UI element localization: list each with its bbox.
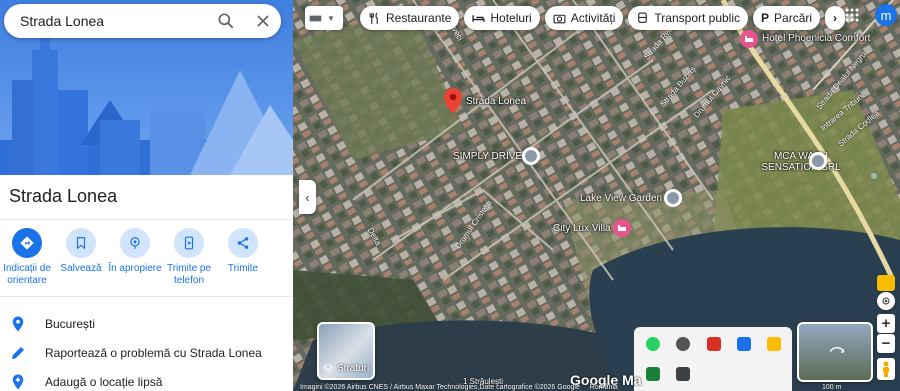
action-buttons: Indicații de orientare Salvează În aprop… [0, 228, 293, 287]
pegman-icon [883, 361, 889, 377]
simply-drive-marker[interactable] [522, 147, 540, 165]
attribution-footer: Imagini ©2026 Airbus CNES / Airbus Maxar… [300, 384, 618, 391]
send-to-phone-button[interactable]: Trimite pe telefon [162, 228, 216, 287]
input-tools-button[interactable]: ▼ [305, 6, 343, 30]
divider [0, 219, 293, 220]
close-icon[interactable] [253, 11, 273, 31]
mca-wash-label[interactable]: MCA WASH SENSATION SRL [759, 151, 843, 173]
country-label[interactable]: România [590, 384, 618, 391]
send-to-phone-icon [184, 236, 194, 250]
whatsapp-icon[interactable] [646, 337, 660, 351]
restaurant-icon [369, 12, 378, 24]
search-box[interactable]: Strada Lonea [4, 4, 281, 38]
camera-icon [553, 14, 566, 23]
street-view-thumbnail[interactable] [797, 322, 873, 382]
mail-icon[interactable] [737, 337, 751, 351]
chips-more-button[interactable]: › [825, 6, 846, 30]
divider [0, 296, 293, 297]
layers-button[interactable]: Straturi [317, 322, 375, 380]
calendar-icon[interactable] [676, 367, 690, 381]
chip-transit[interactable]: Transport public [628, 6, 749, 30]
my-location-icon [882, 297, 890, 305]
side-panel: Strada Lonea Strada Lonea Indicații de o… [0, 0, 293, 391]
sheets-icon[interactable] [646, 367, 660, 381]
chip-hotels[interactable]: Hoteluri [464, 6, 540, 30]
pencil-icon [12, 347, 24, 359]
nearby-icon [130, 237, 140, 249]
address-row[interactable]: București [0, 311, 293, 337]
chevron-left-icon: ‹ [305, 189, 310, 205]
share-icon [237, 237, 249, 249]
mca-wash-marker[interactable] [809, 152, 827, 170]
search-input[interactable]: Strada Lonea [20, 13, 104, 29]
bookmark-icon [76, 237, 86, 250]
keyboard-icon [309, 15, 322, 21]
zoom-out-button[interactable]: − [877, 334, 895, 353]
category-chips: ▼ Restaurante Hoteluri Activități Transp… [305, 6, 846, 30]
attribution-text: Imagini ©2026 Airbus CNES / Airbus Maxar… [300, 384, 580, 391]
chip-activities[interactable]: Activități [544, 6, 624, 30]
rotate-icon [829, 347, 845, 353]
collapse-panel-button[interactable]: ‹ [299, 180, 316, 214]
transit-icon [638, 12, 648, 23]
google-earth-icon[interactable] [877, 275, 895, 291]
my-location-button[interactable] [877, 292, 895, 310]
account-avatar[interactable]: m [875, 4, 897, 26]
hotel-marker[interactable] [740, 30, 758, 48]
pdf-icon[interactable] [707, 337, 721, 351]
simply-drive-label[interactable]: SIMPLY DRIVE [453, 151, 522, 162]
report-problem-row[interactable]: Raportează o problemă cu Strada Lonea [0, 340, 293, 366]
lake-view-marker[interactable] [664, 189, 682, 207]
zoom-in-button[interactable]: + [877, 314, 895, 333]
place-title: Strada Lonea [9, 186, 118, 206]
directions-icon [20, 236, 34, 250]
dropdown-icon: ▼ [327, 13, 335, 23]
save-button[interactable]: Salvează [54, 228, 108, 287]
chevron-right-icon: › [833, 11, 838, 25]
search-icon[interactable] [216, 11, 236, 31]
location-pin-marker[interactable] [444, 88, 462, 119]
app-icon[interactable] [676, 337, 690, 351]
chip-parking[interactable]: P Parcări [753, 6, 821, 30]
hotel-icon [472, 14, 485, 22]
add-location-row[interactable]: Adaugă o locație lipsă [0, 369, 293, 391]
nearby-button[interactable]: În apropiere [108, 228, 162, 287]
layers-icon [323, 363, 333, 372]
city-lux-marker[interactable] [613, 219, 631, 237]
scale-bar[interactable]: 100 m [822, 384, 841, 391]
location-pin-icon [12, 316, 24, 332]
parking-icon: P [761, 11, 770, 25]
lake-view-label[interactable]: Lake View Garden [580, 193, 662, 204]
drive-icon[interactable] [767, 337, 781, 351]
hotel-label[interactable]: Hotel Phoenicia Comfort [762, 33, 870, 44]
pegman-button[interactable] [877, 358, 895, 380]
add-location-icon [12, 374, 24, 390]
chip-restaurants[interactable]: Restaurante [360, 6, 460, 30]
overlay-taskbar [634, 327, 792, 391]
pin-label: Strada Lonea [466, 96, 527, 107]
directions-button[interactable]: Indicații de orientare [0, 228, 54, 287]
share-button[interactable]: Trimite [216, 228, 270, 287]
city-lux-label[interactable]: City Lux Villa [553, 223, 611, 234]
apps-grid-icon[interactable] [845, 8, 859, 27]
